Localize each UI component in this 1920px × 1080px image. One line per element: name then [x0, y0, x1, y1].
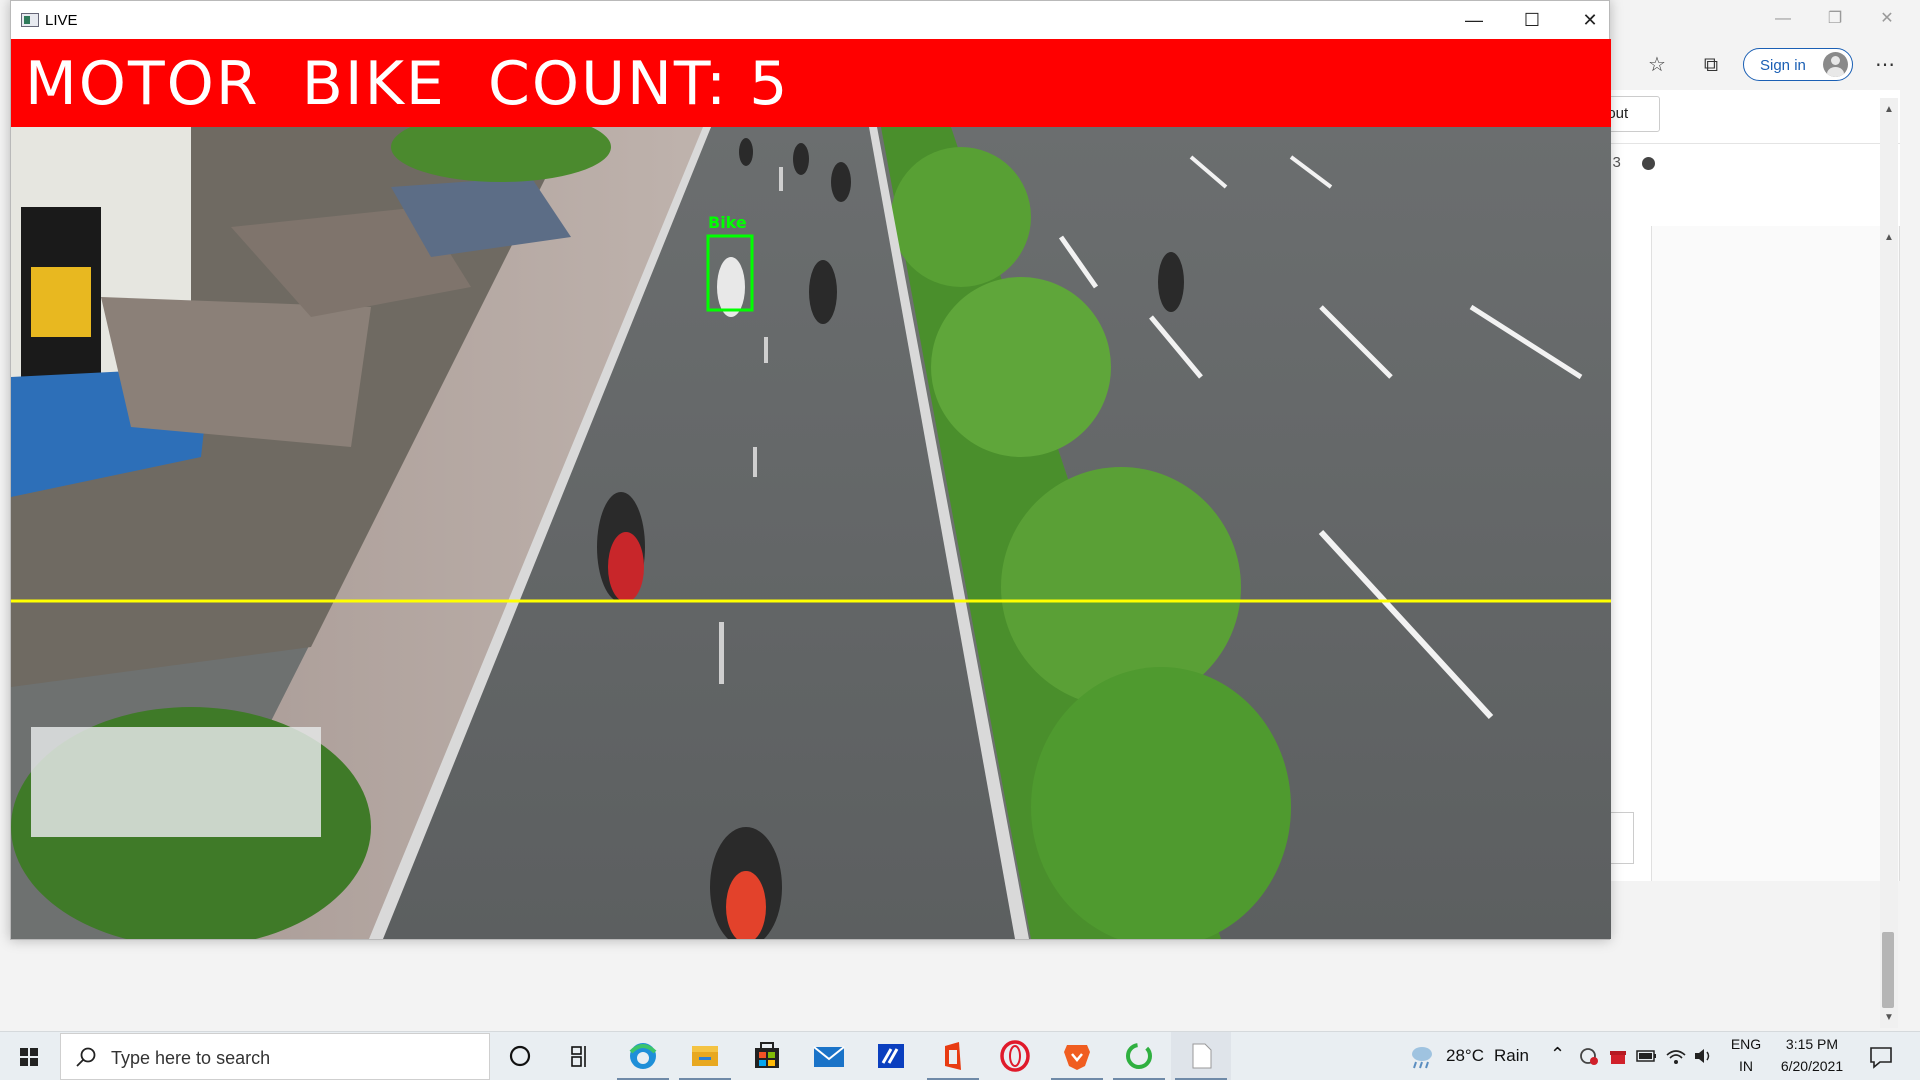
- detected-bike: [717, 257, 745, 317]
- brave-icon: [1064, 1045, 1090, 1070]
- more-options-icon[interactable]: ⋯: [1872, 52, 1898, 78]
- page-panel-box: [1610, 812, 1634, 864]
- scroll-up-icon[interactable]: ▲: [1880, 104, 1898, 115]
- avatar-icon: [1823, 52, 1848, 77]
- clock-date[interactable]: 6/20/2021: [1772, 1058, 1852, 1074]
- edge-icon: [629, 1043, 657, 1069]
- edge-taskbar-button[interactable]: [613, 1032, 673, 1080]
- window-title: LIVE: [45, 12, 78, 29]
- vscode-button[interactable]: [861, 1032, 921, 1080]
- shop-sign-yellow: [31, 267, 91, 337]
- opera-button[interactable]: [985, 1032, 1045, 1080]
- app-circle-button[interactable]: [1109, 1032, 1169, 1080]
- app-icon: [21, 13, 39, 27]
- lane-dash: [719, 622, 724, 684]
- page-panel-inner: [1610, 226, 1652, 881]
- show-hidden-icons-icon[interactable]: ⌃: [1550, 1044, 1565, 1065]
- clock-time[interactable]: 3:15 PM: [1772, 1036, 1852, 1052]
- notepad-button[interactable]: [1171, 1032, 1231, 1080]
- railing: [31, 727, 321, 837]
- maximize-icon[interactable]: ☐: [1503, 1, 1561, 39]
- sign-in-label: Sign in: [1760, 57, 1806, 74]
- live-window: LIVE — ☐ ✕ MOTOR BIKE COUNT: 5 Bike: [10, 0, 1611, 940]
- striped-awning: [101, 297, 371, 447]
- hedge-bush-2: [1031, 667, 1291, 939]
- browser-restore-icon[interactable]: ❐: [1812, 6, 1858, 32]
- vscode-icon: [878, 1044, 904, 1068]
- page-divider: [1610, 143, 1900, 144]
- motor-bike-count: MOTOR BIKE COUNT: 5: [25, 49, 790, 119]
- detection-label: Bike: [708, 213, 747, 232]
- panel-scroll-up-icon[interactable]: ▲: [1880, 232, 1898, 243]
- file-explorer-icon: [692, 1046, 718, 1066]
- opera-icon: [1000, 1040, 1030, 1072]
- weather-condition[interactable]: Rain: [1494, 1046, 1529, 1066]
- cortana-button[interactable]: [490, 1032, 550, 1080]
- scroll-down-icon[interactable]: ▼: [1880, 1012, 1898, 1023]
- start-button[interactable]: [0, 1032, 60, 1080]
- live-titlebar[interactable]: LIVE — ☐ ✕: [11, 1, 1609, 39]
- hedge-bush-1: [1001, 467, 1241, 707]
- store-button[interactable]: [737, 1032, 797, 1080]
- search-placeholder: Type here to search: [111, 1048, 271, 1068]
- browser-caption-bar: — ❐ ✕: [1600, 0, 1920, 38]
- road-scene-image: [11, 112, 1611, 939]
- antivirus-icon[interactable]: [1578, 1046, 1600, 1066]
- task-view-button[interactable]: [550, 1032, 610, 1080]
- sign-in-button[interactable]: Sign in: [1743, 48, 1853, 81]
- weather-rain-icon: [1412, 1047, 1432, 1069]
- windows-icon: [20, 1048, 38, 1066]
- office-button[interactable]: [923, 1032, 983, 1080]
- lane-dash: [764, 337, 768, 363]
- traffic-scene: Bike: [11, 112, 1611, 939]
- language-code[interactable]: ENG: [1726, 1036, 1766, 1052]
- wifi-icon[interactable]: [1665, 1046, 1687, 1066]
- file-explorer-button[interactable]: [675, 1032, 735, 1080]
- gift-icon[interactable]: [1607, 1046, 1629, 1066]
- lane-dash: [753, 447, 757, 477]
- browser-minimize-icon[interactable]: —: [1760, 6, 1806, 32]
- language-region[interactable]: IN: [1726, 1058, 1766, 1074]
- browser-close-icon[interactable]: ✕: [1864, 6, 1910, 32]
- close-icon[interactable]: ✕: [1561, 1, 1619, 39]
- weather-temperature[interactable]: 28°C: [1446, 1046, 1484, 1066]
- office-icon: [945, 1042, 961, 1070]
- minimize-icon[interactable]: —: [1445, 1, 1503, 39]
- battery-icon[interactable]: [1636, 1048, 1658, 1064]
- volume-icon[interactable]: [1692, 1046, 1714, 1066]
- page-panel: [1610, 226, 1900, 881]
- task-view-icon: [571, 1046, 586, 1067]
- hedge-bush-3: [931, 277, 1111, 457]
- status-dot-icon: [1642, 157, 1655, 170]
- lane-dash: [779, 167, 783, 191]
- count-banner: MOTOR BIKE COUNT: 5: [11, 39, 1611, 127]
- favorites-icon[interactable]: ☆: [1644, 52, 1670, 78]
- store-icon: [755, 1042, 779, 1068]
- mail-button[interactable]: [799, 1032, 859, 1080]
- app-circle-icon: [1126, 1043, 1152, 1069]
- red-scooter: [608, 532, 644, 602]
- browser-scrollbar-thumb[interactable]: [1882, 932, 1894, 1008]
- search-box[interactable]: Type here to search: [60, 1033, 490, 1080]
- video-frame: MOTOR BIKE COUNT: 5 Bike: [11, 39, 1611, 939]
- notification-icon[interactable]: [1868, 1045, 1894, 1069]
- collections-icon[interactable]: ⧉: [1698, 52, 1724, 78]
- brave-button[interactable]: [1047, 1032, 1107, 1080]
- mail-icon: [813, 1046, 845, 1067]
- notepad-icon: [1192, 1043, 1212, 1069]
- cortana-icon: [509, 1045, 531, 1067]
- search-icon: [76, 1047, 96, 1067]
- taskbar: Type here to search 28°C Rain ⌃ ENG IN 3…: [0, 1031, 1920, 1080]
- hedge-bush-4: [891, 147, 1031, 287]
